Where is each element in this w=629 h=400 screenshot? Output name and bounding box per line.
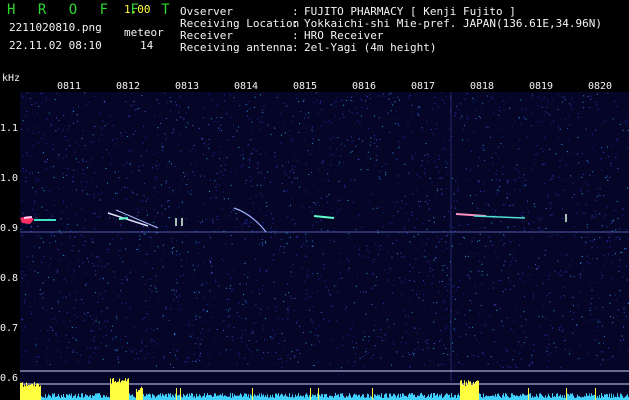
- x-tick-label: 0811: [57, 81, 82, 92]
- info-row-antenna: Receiving antenna: 2el-Yagi (4m height): [180, 41, 436, 54]
- meteor-count: 14: [140, 39, 154, 52]
- x-tick-label: 0814: [234, 81, 259, 92]
- app-version: 1.00: [124, 3, 151, 16]
- y-axis-unit-label: kHz: [2, 73, 21, 84]
- x-tick-label: 0817: [411, 81, 436, 92]
- hroft-screen: H R O F F T 1.00 2211020810.png meteor 2…: [0, 0, 629, 400]
- y-tick-label: 0.6: [0, 373, 19, 384]
- x-tick-label: 0812: [116, 81, 141, 92]
- y-tick-label: 0.8: [0, 273, 19, 284]
- info-value: 2el-Yagi (4m height): [304, 41, 437, 54]
- info-sep: :: [292, 41, 299, 54]
- info-key: Receiving antenna: [180, 41, 293, 54]
- spectrogram-plot: [20, 92, 629, 400]
- signal-level-meter: [20, 378, 629, 400]
- meteor-echo: [473, 215, 526, 219]
- y-tick-label: 1.0: [0, 173, 19, 184]
- meteor-label: meteor: [124, 26, 164, 39]
- y-tick-label: 1.1: [0, 123, 19, 134]
- x-tick-label: 0816: [352, 81, 377, 92]
- file-name: 2211020810.png: [9, 21, 102, 34]
- y-tick-label: 0.7: [0, 323, 19, 334]
- x-tick-label: 0820: [588, 81, 613, 92]
- meteor-echo-core: [23, 216, 33, 219]
- x-tick-label: 0819: [529, 81, 554, 92]
- meteor-echo: [118, 217, 129, 220]
- x-tick-label: 0818: [470, 81, 495, 92]
- datetime: 22.11.02 08:10: [9, 39, 102, 52]
- app-title: H R O F F T: [7, 2, 177, 18]
- x-tick-label: 0813: [175, 81, 200, 92]
- y-tick-label: 0.9: [0, 223, 19, 234]
- x-tick-label: 0815: [293, 81, 318, 92]
- noise-speckle: [20, 92, 629, 369]
- meteor-echo: [313, 215, 335, 219]
